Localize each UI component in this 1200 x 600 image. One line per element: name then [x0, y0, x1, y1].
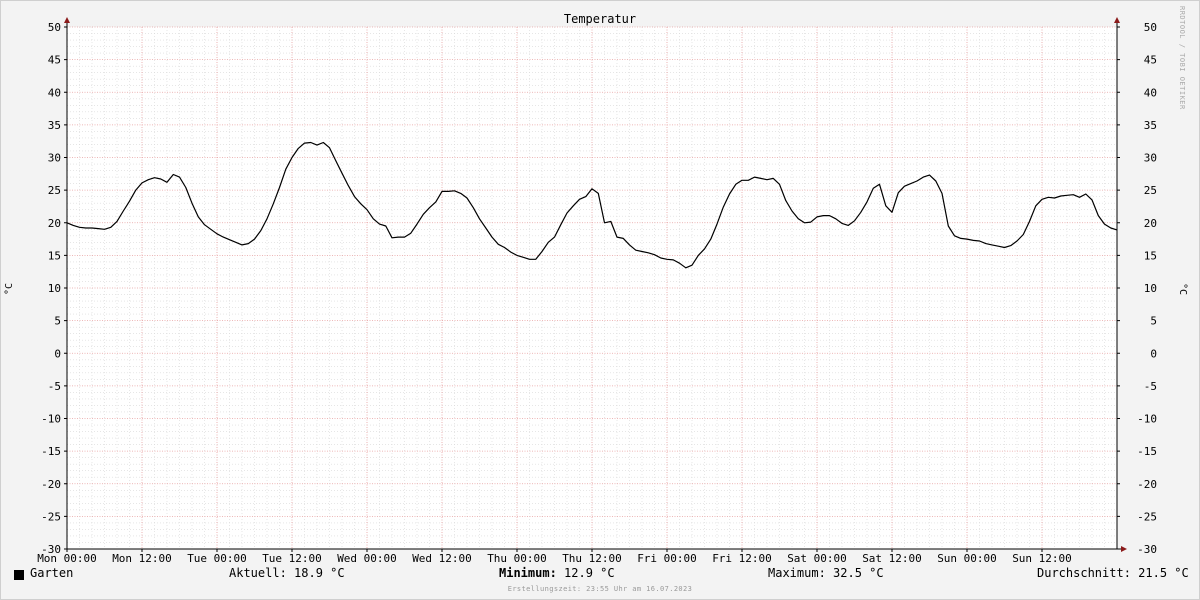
legend-max-value: 32.5 °C — [833, 566, 884, 580]
y-tick-label: -5 — [48, 380, 61, 393]
y-tick-labels-right: -30 -25 -20 -15 -10 -5 0 5 10 15 20 25 30 35 40 45 50 — [1137, 21, 1157, 556]
y-tick-label: -20 — [1137, 478, 1157, 491]
temperature-chart: -30-25-20-15-10-505101520253035404550 -3… — [4, 12, 1188, 565]
y-axis-arrow-left — [64, 17, 70, 23]
y-tick-label: 40 — [48, 86, 61, 99]
y-tick-label: 25 — [48, 184, 61, 197]
y-tick-label: -30 — [1137, 543, 1157, 556]
y-tick-labels-left: -30-25-20-15-10-505101520253035404550 — [41, 21, 61, 556]
y-tick-label: -20 — [41, 478, 61, 491]
y-tick-label: 0 — [1150, 347, 1157, 360]
y-tick-label: 10 — [1144, 282, 1157, 295]
legend-average: Durchschnitt: 21.5 °C — [1037, 566, 1189, 580]
y-tick-label: 30 — [1144, 152, 1157, 165]
rrdtool-watermark: RRDTOOL / TOBI OETIKER — [1178, 6, 1186, 110]
y-tick-label: 20 — [48, 217, 61, 230]
y-tick-label: 25 — [1144, 184, 1157, 197]
y-axis-label-left: °C — [4, 283, 15, 295]
y-axis-label-right: °C — [1177, 283, 1188, 295]
legend-avg-label: Durchschnitt: — [1037, 566, 1131, 580]
legend-current: Aktuell: 18.9 °C — [229, 566, 345, 580]
y-tick-label: -10 — [41, 413, 61, 426]
x-tick-label: Wed 00:00 — [337, 552, 397, 565]
legend-minimum: Minimum: 12.9 °C — [499, 566, 615, 580]
y-tick-label: -25 — [41, 510, 61, 523]
x-tick-labels: Mon 00:00 Mon 12:00 Tue 00:00 Tue 12:00 Wed … — [37, 552, 1072, 565]
legend-min-value: 12.9 °C — [564, 566, 615, 580]
y-tick-label: 5 — [54, 315, 61, 328]
y-tick-label: 40 — [1144, 86, 1157, 99]
y-tick-label: 15 — [48, 249, 61, 262]
x-tick-label: Tue 00:00 — [187, 552, 247, 565]
y-axis-arrow-right — [1114, 17, 1120, 23]
legend-maximum: Maximum: 32.5 °C — [768, 566, 884, 580]
x-tick-label: Sat 00:00 — [787, 552, 847, 565]
x-axis-arrow — [1121, 546, 1127, 552]
legend-row: Garten Aktuell: 18.9 °C Minimum: 12.9 °C… — [0, 566, 1200, 586]
y-tick-label: 5 — [1150, 315, 1157, 328]
legend-min-label: Minimum: — [499, 566, 557, 580]
y-tick-label: -10 — [1137, 413, 1157, 426]
x-tick-label: Mon 12:00 — [112, 552, 172, 565]
y-tick-label: 50 — [1144, 21, 1157, 34]
x-tick-label: Sun 00:00 — [937, 552, 997, 565]
y-tick-label: -25 — [1137, 510, 1157, 523]
y-tick-label: 45 — [48, 54, 61, 67]
x-tick-label: Tue 12:00 — [262, 552, 322, 565]
y-tick-label: 45 — [1144, 54, 1157, 67]
x-tick-label: Thu 00:00 — [487, 552, 547, 565]
y-tick-label: -15 — [41, 445, 61, 458]
x-tick-label: Fri 12:00 — [712, 552, 772, 565]
y-tick-label: 20 — [1144, 217, 1157, 230]
x-tick-label: Fri 00:00 — [637, 552, 697, 565]
x-tick-label: Sun 12:00 — [1012, 552, 1072, 565]
y-tick-label: 10 — [48, 282, 61, 295]
x-tick-label: Sat 12:00 — [862, 552, 922, 565]
y-tick-label: 0 — [54, 347, 61, 360]
y-tick-label: -5 — [1144, 380, 1157, 393]
x-tick-label: Mon 00:00 — [37, 552, 97, 565]
legend-max-label: Maximum: — [768, 566, 826, 580]
x-tick-label: Thu 12:00 — [562, 552, 622, 565]
y-tick-label: 35 — [1144, 119, 1157, 132]
creation-timestamp: Erstellungszeit: 23:55 Uhr am 16.07.2023 — [507, 585, 693, 593]
legend-current-label: Aktuell: — [229, 566, 287, 580]
legend-current-value: 18.9 °C — [294, 566, 345, 580]
legend-series-name: Garten — [30, 566, 74, 580]
legend-avg-value: 21.5 °C — [1138, 566, 1189, 580]
x-tick-label: Wed 12:00 — [412, 552, 472, 565]
chart-title: Temperatur — [564, 12, 636, 26]
y-tick-label: 30 — [48, 152, 61, 165]
y-tick-label: -15 — [1137, 445, 1157, 458]
y-tick-label: 50 — [48, 21, 61, 34]
y-tick-label: 15 — [1144, 249, 1157, 262]
y-tick-label: 35 — [48, 119, 61, 132]
